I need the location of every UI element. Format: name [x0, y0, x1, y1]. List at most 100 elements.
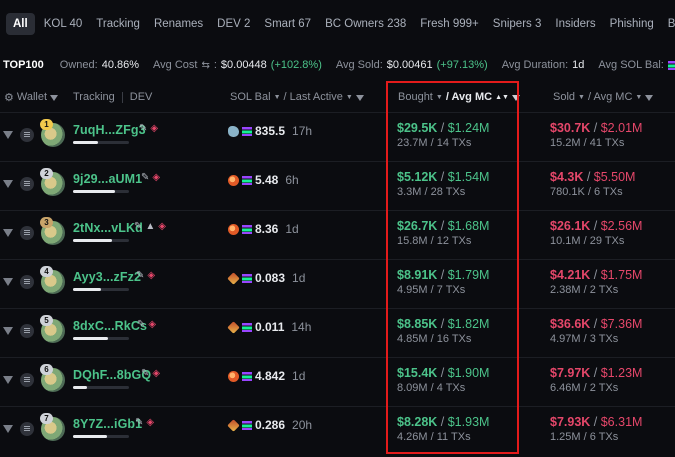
sol-balance-cell: 8.36 1d	[228, 222, 299, 236]
table-row[interactable]: 2 9j29...aUM1 ✎ ◈ 5.48 6h $5.12K / $1.54M…	[0, 162, 675, 210]
table-header: ⚙ Wallet Tracking DEV SOL Bal ▼ / Last Ac…	[0, 82, 675, 112]
avg-duration-stat: Avg Duration: 1d	[501, 59, 585, 71]
sort-icon[interactable]: ▼	[578, 94, 585, 101]
wallet-address[interactable]: 7uqH...ZFg3	[73, 123, 146, 137]
tab-insiders[interactable]: Insiders	[550, 13, 600, 35]
wallet-address[interactable]: 8Y7Z...iGb1	[73, 417, 142, 431]
swap-icon[interactable]: ⇆	[201, 60, 209, 71]
edit-icon[interactable]: ✎	[135, 417, 143, 428]
settings-icon[interactable]: ⚙	[4, 91, 14, 104]
tab-all[interactable]: All	[6, 13, 35, 35]
highlight-box	[386, 81, 519, 454]
tab-dev-2[interactable]: DEV 2	[212, 13, 255, 35]
solana-icon	[242, 273, 252, 283]
filter-icon[interactable]	[355, 95, 364, 101]
filter-icon[interactable]	[3, 131, 13, 139]
solana-icon	[242, 322, 252, 332]
menu-icon[interactable]	[20, 324, 34, 338]
menu-icon[interactable]	[20, 177, 34, 191]
wallet-column-header[interactable]: ⚙ Wallet	[4, 91, 59, 104]
menu-icon[interactable]	[20, 128, 34, 142]
fire-icon	[228, 370, 239, 382]
wallet-tags: ✎ ◈	[135, 417, 154, 428]
sold-cell: $4.3K / $5.50M 780.1K / 6 TXs	[550, 170, 636, 198]
edit-icon[interactable]: ✎	[134, 221, 142, 232]
tab-bot-degens[interactable]: Bot Degens	[663, 13, 675, 35]
table-row[interactable]: 5 8dxC...RkCs ✎ ◈ 0.011 14h $8.85K / $1.8…	[0, 309, 675, 357]
shark-icon	[228, 125, 239, 137]
solana-icon	[242, 126, 252, 136]
avg-sol-bal-stat: Avg SOL Bal: 372	[598, 59, 675, 71]
sort-icon[interactable]: ▼	[274, 94, 281, 101]
wallet-tags: ✎ ◈	[136, 270, 155, 281]
wallet-tags: ✎ ◈	[137, 319, 156, 330]
layers-icon: ◈	[146, 417, 155, 428]
menu-icon[interactable]	[20, 373, 34, 387]
table-row[interactable]: 4 Ayy3...zFz2 ✎ ◈ 0.083 1d $8.91K / $1.79…	[0, 260, 675, 308]
filter-icon[interactable]	[3, 229, 13, 237]
holding-progress-bar	[73, 239, 129, 242]
rank-badge: 2	[40, 168, 53, 179]
sort-icon[interactable]: ▼	[635, 94, 642, 101]
edit-icon[interactable]: ✎	[136, 270, 144, 281]
pump-icon	[227, 320, 240, 334]
avg-cost-stat: Avg Cost ⇆: $0.00448 (+102.8%)	[153, 59, 322, 71]
owned-stat: Owned: 40.86%	[59, 59, 140, 71]
table-row[interactable]: 1 7uqH...ZFg3 ✎ ◈ 835.5 17h $29.5K / $1.2…	[0, 113, 675, 161]
menu-icon[interactable]	[20, 422, 34, 436]
tab-fresh-999[interactable]: Fresh 999+	[415, 13, 484, 35]
rank-badge: 3	[40, 217, 53, 228]
edit-icon[interactable]: ✎	[137, 319, 145, 330]
pump-icon	[227, 271, 240, 285]
solana-icon	[667, 60, 675, 70]
solana-icon	[242, 175, 252, 185]
edit-icon[interactable]: ✎	[139, 123, 147, 134]
table-row[interactable]: 6 DQhF...8bGQ ✎ ◈ 4.842 1d $15.4K / $1.90…	[0, 358, 675, 406]
filter-icon[interactable]	[3, 327, 13, 335]
wallet-address[interactable]: DQhF...8bGQ	[73, 368, 151, 382]
rank-badge: 7	[40, 413, 53, 424]
wallet-address[interactable]: Ayy3...zFz2	[73, 270, 141, 284]
sold-cell: $7.93K / $6.31M 1.25M / 6 TXs	[550, 415, 643, 443]
sort-icon[interactable]: ▼	[346, 94, 353, 101]
solana-icon	[242, 371, 252, 381]
fire-icon	[228, 223, 239, 235]
holding-progress-bar	[73, 190, 129, 193]
tab-smart-67[interactable]: Smart 67	[259, 13, 316, 35]
tab-kol-40[interactable]: KOL 40	[39, 13, 88, 35]
sol-bal-column-header[interactable]: SOL Bal ▼ / Last Active ▼	[230, 91, 364, 103]
filter-icon[interactable]	[50, 95, 59, 101]
holding-progress-bar	[73, 386, 129, 389]
tab-snipers-3[interactable]: Snipers 3	[488, 13, 547, 35]
sold-column-header[interactable]: Sold ▼ / Avg MC ▼	[553, 91, 654, 103]
edit-icon[interactable]: ✎	[141, 172, 149, 183]
filter-icon[interactable]	[3, 180, 13, 188]
tracking-column-header[interactable]: Tracking DEV	[73, 91, 152, 103]
filter-tabs: All KOL 40 Tracking Renames DEV 2 Smart 67 BC …	[0, 0, 675, 48]
sold-cell: $4.21K / $1.75M 2.38M / 2 TXs	[550, 268, 643, 296]
filter-icon[interactable]	[645, 95, 654, 101]
sol-balance-cell: 0.083 1d	[227, 271, 305, 285]
filter-icon[interactable]	[3, 376, 13, 384]
filter-icon[interactable]	[3, 278, 13, 286]
wallet-address[interactable]: 2tNx...vLKd	[73, 221, 143, 235]
rank-badge: 6	[40, 364, 53, 375]
holding-progress-bar	[73, 435, 129, 438]
wallet-tags: ✎ ◈	[141, 172, 160, 183]
table-row[interactable]: 7 8Y7Z...iGb1 ✎ ◈ 0.286 20h $8.28K / $1.9…	[0, 407, 675, 455]
filter-icon[interactable]	[3, 425, 13, 433]
rank-badge: 1	[40, 119, 53, 130]
tab-tracking[interactable]: Tracking	[91, 13, 145, 35]
sol-balance-cell: 5.48 6h	[228, 173, 299, 187]
tab-renames[interactable]: Renames	[149, 13, 208, 35]
table-row[interactable]: 3 2tNx...vLKd ✎ ▲ ◈ 8.36 1d $26.7K / $1.68…	[0, 211, 675, 259]
stats-bar: TOP100 Owned: 40.86% Avg Cost ⇆: $0.0044…	[0, 52, 675, 78]
wallet-address[interactable]: 9j29...aUM1	[73, 172, 142, 186]
tab-phishing[interactable]: Phishing	[605, 13, 659, 35]
menu-icon[interactable]	[20, 275, 34, 289]
wallet-address[interactable]: 8dxC...RkCs	[73, 319, 147, 333]
tab-bc-owners-238[interactable]: BC Owners 238	[320, 13, 411, 35]
menu-icon[interactable]	[20, 226, 34, 240]
edit-icon[interactable]: ✎	[141, 368, 149, 379]
wallet-tags: ✎ ◈	[139, 123, 158, 134]
